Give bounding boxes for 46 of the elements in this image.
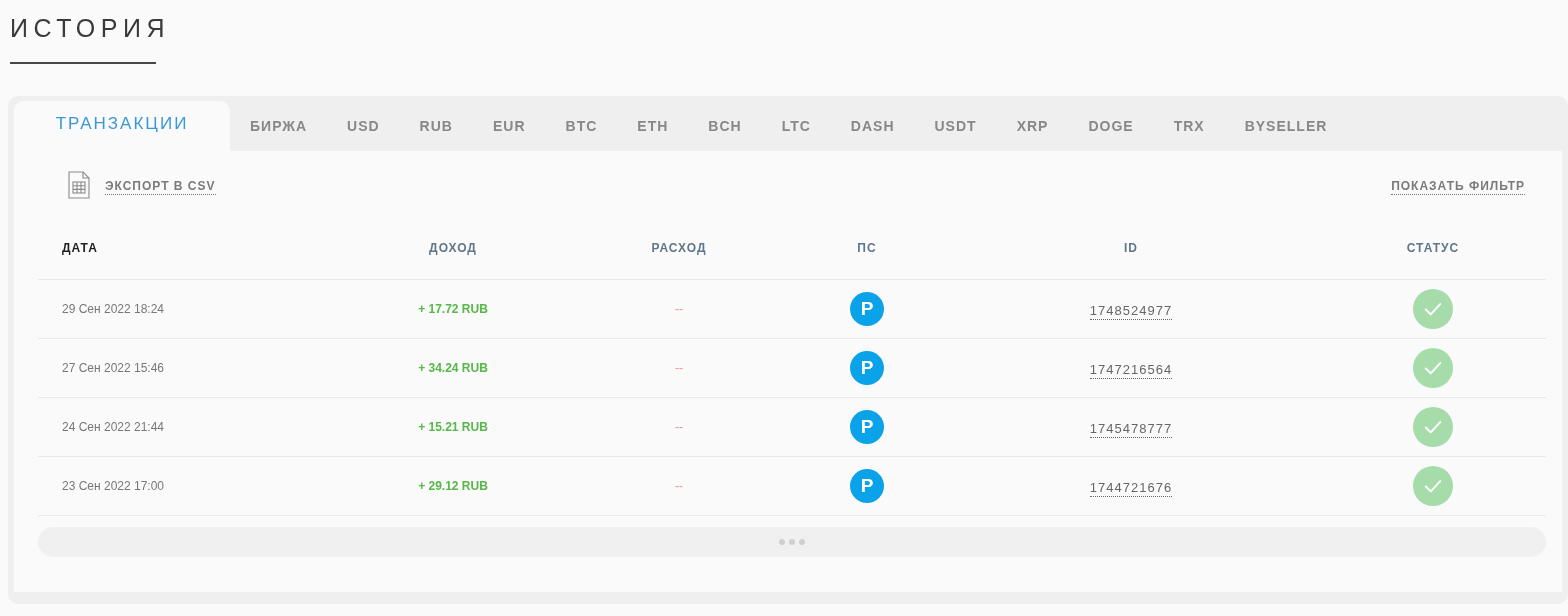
tab[interactable]: BYSELLER	[1224, 101, 1348, 151]
column-header: ДОХОД	[429, 239, 477, 257]
spreadsheet-file-icon[interactable]	[68, 171, 90, 199]
transaction-id-link[interactable]: 1744721676	[1089, 479, 1173, 497]
date-cell-text: 23 Сен 2022 17:00	[62, 478, 165, 495]
expense-cell-text: --	[675, 301, 683, 318]
payment-system-logo: P	[850, 469, 884, 503]
column-header: РАСХОД	[651, 239, 707, 257]
tab[interactable]: DOGE	[1068, 101, 1154, 151]
tab[interactable]: XRP	[996, 101, 1069, 151]
tab[interactable]: ТРАНЗАКЦИИ	[14, 101, 230, 151]
tab[interactable]: RUB	[399, 101, 473, 151]
transaction-id-link[interactable]: 1745478777	[1089, 420, 1173, 438]
payment-system-logo: P	[850, 410, 884, 444]
column-header: СТАТУС	[1406, 239, 1460, 257]
tab[interactable]: EUR	[472, 101, 546, 151]
transaction-id-link[interactable]: 1747216564	[1089, 361, 1173, 379]
tab[interactable]: БИРЖА	[230, 101, 328, 151]
income-cell-text: + 17.72 RUB	[418, 301, 488, 318]
income-cell-text: + 34.24 RUB	[418, 360, 488, 377]
tab[interactable]: TRX	[1153, 101, 1225, 151]
expense-cell-text: --	[675, 478, 683, 495]
more-dots-icon	[779, 539, 805, 545]
income-cell-text: + 15.21 RUB	[418, 419, 488, 436]
tab[interactable]: ETH	[617, 101, 689, 151]
tab[interactable]: USD	[327, 101, 400, 151]
expense-cell-text: --	[675, 419, 683, 436]
payment-system-logo: P	[850, 292, 884, 326]
date-cell-text: 27 Сен 2022 15:46	[62, 360, 165, 377]
tab[interactable]: DASH	[830, 101, 915, 151]
page-title: ИСТОРИЯ	[10, 13, 170, 43]
income-cell-text: + 29.12 RUB	[418, 478, 488, 495]
date-cell-text: 24 Сен 2022 21:44	[62, 419, 165, 436]
date-cell-text: 29 Сен 2022 18:24	[62, 301, 165, 318]
tab[interactable]: LTC	[761, 101, 831, 151]
column-header: ДАТА	[62, 239, 98, 257]
column-header: ПС	[857, 239, 877, 257]
tab[interactable]: USDT	[914, 101, 997, 151]
column-header: ID	[1124, 239, 1138, 257]
transaction-id-link[interactable]: 1748524977	[1089, 302, 1173, 320]
tab[interactable]: BTC	[545, 101, 618, 151]
export-csv-link[interactable]: ЭКСПОРТ В CSV	[105, 177, 216, 195]
payment-system-logo: P	[850, 351, 884, 385]
tab[interactable]: BCH	[688, 101, 762, 151]
expense-cell-text: --	[675, 360, 683, 377]
show-filter-link[interactable]: ПОКАЗАТЬ ФИЛЬТР	[1391, 177, 1525, 195]
